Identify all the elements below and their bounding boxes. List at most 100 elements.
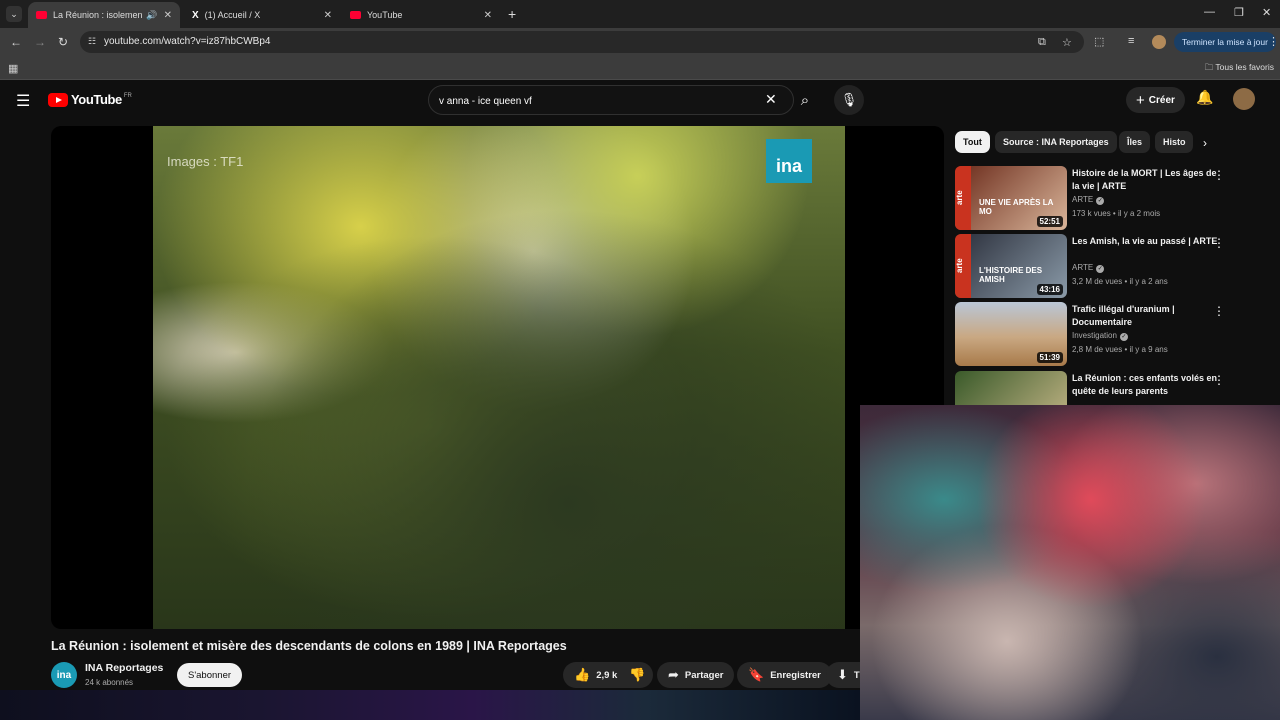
more-options-icon[interactable]: ⋮ [1213,168,1225,182]
extensions-icon[interactable]: ⬚ [1094,35,1104,48]
webcam-overlay [860,405,1280,720]
audio-icon[interactable]: 🔊 [146,10,157,21]
create-label: Créer [1148,94,1175,106]
close-window-icon[interactable]: ✕ [1262,6,1271,19]
hamburger-menu-icon[interactable]: ☰ [16,91,30,111]
minimize-icon[interactable]: — [1204,6,1215,18]
search-icon: ⌕ [800,91,810,109]
channel-name[interactable]: INA Reportages [85,662,163,674]
microphone-icon: 🎙 [840,92,858,107]
recommendation-meta: 2,8 M de vues • il y a 9 ans [1072,345,1168,354]
share-button[interactable]: ➦ Partager [657,662,735,688]
logo-text: YouTube [71,92,122,107]
share-label: Partager [684,669,724,681]
recommendation-item[interactable]: arte L'HISTOIRE DES AMISH 43:16 Les Amis… [955,234,1275,298]
share-arrow-icon: ➦ [668,667,679,682]
youtube-favicon-icon [36,11,47,19]
chip-histoire[interactable]: Histo [1155,131,1193,153]
recommendation-title[interactable]: Les Amish, la vie au passé | ARTE [1072,235,1220,248]
arte-logo: arte [955,234,971,298]
recommendation-title[interactable]: Trafic illégal d'uranium | Documentaire [1072,303,1220,329]
profile-avatar[interactable] [1152,35,1166,49]
recommendation-meta: 3,2 M de vues • il y a 2 ans [1072,277,1168,286]
channel-label: ARTE [1072,195,1094,204]
thumbnail-text: L'HISTOIRE DES AMISH [979,266,1043,284]
chip-iles[interactable]: Îles [1119,131,1151,153]
recommendation-channel[interactable]: Investigation ✓ [1072,331,1128,341]
reload-icon[interactable]: ↻ [58,35,68,49]
bookmark-icon: 🔖 [748,667,765,682]
youtube-favicon-icon [350,11,361,19]
browser-menu-icon[interactable]: ⋮ [1268,35,1279,48]
subscriber-count: 24 k abonnés [85,678,134,687]
bottom-background-strip [0,690,860,720]
video-frame [153,126,845,629]
close-tab-icon[interactable]: ✕ [324,10,332,21]
tab-title: La Réunion : isolement et m [53,10,143,20]
more-options-icon[interactable]: ⋮ [1213,236,1225,250]
apps-grid-icon[interactable]: ▦ [8,62,18,75]
search-input[interactable] [439,92,739,110]
update-button[interactable]: Terminer la mise à jour [1174,32,1276,52]
new-tab-icon[interactable]: + [508,6,516,22]
chevron-right-icon[interactable]: › [1203,136,1207,150]
forward-icon[interactable]: → [34,35,46,49]
recommendation-channel[interactable]: ARTE ✓ [1072,195,1105,205]
recommendation-title[interactable]: La Réunion : ces enfants volés en quête … [1072,372,1220,398]
bookmarks-bar: ▦ 🗀 Tous les favoris [0,56,1280,80]
subscribe-button[interactable]: S'abonner [177,663,243,687]
verified-check-icon: ✓ [1119,333,1128,341]
recommendation-title[interactable]: Histoire de la MORT | Les âges de la vie… [1072,167,1220,193]
site-info-icon[interactable]: ☷ [88,36,96,47]
save-label: Enregistrer [770,669,821,681]
arte-logo: arte [955,166,971,230]
maximize-icon[interactable]: ❐ [1234,6,1244,19]
video-duration: 43:16 [1036,284,1063,295]
media-control-icon[interactable]: ≡ [1128,35,1134,47]
chip-source[interactable]: Source : INA Reportages [995,131,1117,153]
recommendation-channel[interactable]: ARTE ✓ [1072,263,1105,273]
like-count: 2,9 k [596,669,618,681]
watermark-tf1: Images : TF1 [167,154,244,169]
tab-search-icon[interactable]: ⌄ [6,6,22,22]
video-thumbnail[interactable] [955,371,1067,405]
install-app-icon[interactable]: ⧉ [1038,36,1046,49]
download-button[interactable]: ⬇Té [826,662,865,688]
more-options-icon[interactable]: ⋮ [1213,373,1225,387]
tab-x-accueil[interactable]: X (1) Accueil / X ✕ [184,2,340,28]
verified-check-icon: ✓ [1096,265,1105,273]
thumbs-down-icon: 👎 [629,667,646,682]
dislike-button[interactable]: 👎 [621,662,653,688]
address-bar[interactable]: ☷ youtube.com/watch?v=iz87hbCWBp4 ⧉ ☆ [80,31,1084,53]
thumbs-up-icon: 👍 [574,667,591,682]
create-button[interactable]: + Créer [1126,87,1185,113]
recommendation-item[interactable]: La Réunion : ces enfants volés en quête … [955,371,1275,405]
save-button[interactable]: 🔖 Enregistrer [737,662,832,688]
close-tab-icon[interactable]: ✕ [484,10,492,21]
clear-search-icon[interactable]: ✕ [765,91,777,108]
video-thumbnail[interactable]: arte L'HISTOIRE DES AMISH 43:16 [955,234,1067,298]
recommendation-item[interactable]: 51:39 Trafic illégal d'uranium | Documen… [955,302,1275,366]
tab-title: YouTube [367,10,403,20]
video-thumbnail[interactable]: arte UNE VIE APRÈS LA MO 52:51 [955,166,1067,230]
video-player[interactable]: Images : TF1 ina [51,126,944,629]
search-box: ✕ [428,85,794,115]
youtube-logo[interactable]: YouTube FR [48,92,132,107]
recommendation-item[interactable]: arte UNE VIE APRÈS LA MO 52:51 Histoire … [955,166,1275,230]
close-tab-icon[interactable]: ✕ [164,10,172,21]
notifications-bell-icon[interactable]: 🔔 [1196,89,1213,106]
x-favicon-icon: X [192,9,199,21]
account-avatar[interactable] [1233,88,1255,110]
channel-avatar[interactable]: ina [51,662,77,688]
all-bookmarks-folder[interactable]: 🗀 Tous les favoris [1205,62,1274,76]
voice-search-button[interactable]: 🎙 [834,85,864,115]
search-button[interactable]: ⌕ [786,85,824,115]
bookmark-star-icon[interactable]: ☆ [1062,36,1072,49]
more-options-icon[interactable]: ⋮ [1213,304,1225,318]
plus-icon: + [1136,91,1145,109]
video-thumbnail[interactable]: 51:39 [955,302,1067,366]
back-icon[interactable]: ← [10,35,22,49]
chip-tout[interactable]: Tout [955,131,990,153]
tab-la-reunion[interactable]: La Réunion : isolement et m 🔊 ✕ [28,2,180,28]
tab-youtube[interactable]: YouTube ✕ [342,2,500,28]
